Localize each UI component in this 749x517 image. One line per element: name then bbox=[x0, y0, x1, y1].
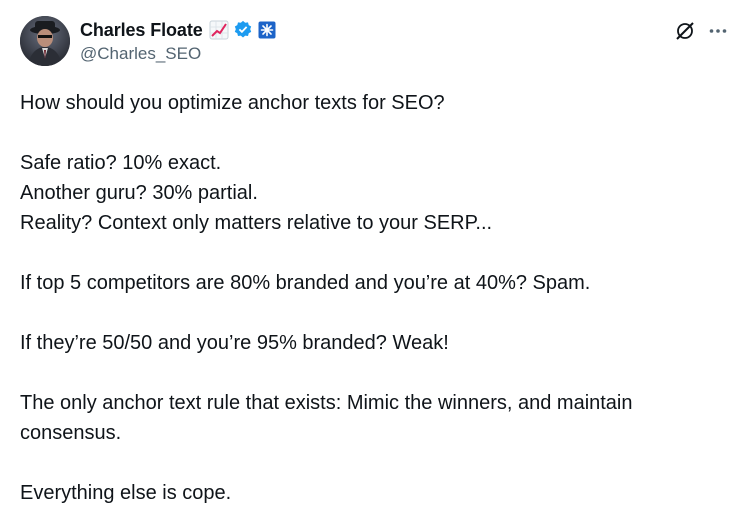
avatar[interactable] bbox=[20, 16, 70, 66]
tweet-line bbox=[20, 448, 720, 478]
tweet-line bbox=[20, 238, 720, 268]
tweet-line: Another guru? 30% partial. bbox=[20, 182, 258, 204]
display-name[interactable]: Charles Floate bbox=[80, 20, 203, 41]
verified-badge-icon[interactable] bbox=[233, 20, 253, 40]
tweet-line: If top 5 competitors are 80% branded and… bbox=[20, 272, 591, 294]
tweet-line bbox=[20, 298, 720, 328]
tweet-line: The only anchor text rule that exists: M… bbox=[20, 392, 639, 444]
tweet-line bbox=[20, 118, 720, 148]
name-row: Charles Floate bbox=[80, 17, 276, 43]
tweet-card: Charles Floate @Charles_SEO How should y… bbox=[0, 0, 749, 517]
handle[interactable]: @Charles_SEO bbox=[80, 44, 276, 64]
tweet-header: Charles Floate @Charles_SEO bbox=[20, 16, 729, 68]
tweet-line: Safe ratio? 10% exact. bbox=[20, 152, 222, 174]
tweet-line: If they’re 50/50 and you’re 95% branded?… bbox=[20, 332, 449, 354]
tweet-text: How should you optimize anchor texts for… bbox=[20, 88, 720, 508]
avatar-image bbox=[20, 16, 70, 66]
tweet-line bbox=[20, 358, 720, 388]
tweet-line: Everything else is cope. bbox=[20, 482, 232, 504]
chart-increasing-emoji-icon bbox=[209, 20, 229, 40]
tweet-line: Reality? Context only matters relative t… bbox=[20, 212, 493, 234]
user-block: Charles Floate @Charles_SEO bbox=[80, 17, 276, 64]
grok-icon[interactable] bbox=[674, 20, 696, 42]
affiliate-badge-icon[interactable] bbox=[258, 21, 276, 39]
tweet-line: How should you optimize anchor texts for… bbox=[20, 92, 445, 114]
more-options-icon[interactable] bbox=[707, 20, 729, 42]
